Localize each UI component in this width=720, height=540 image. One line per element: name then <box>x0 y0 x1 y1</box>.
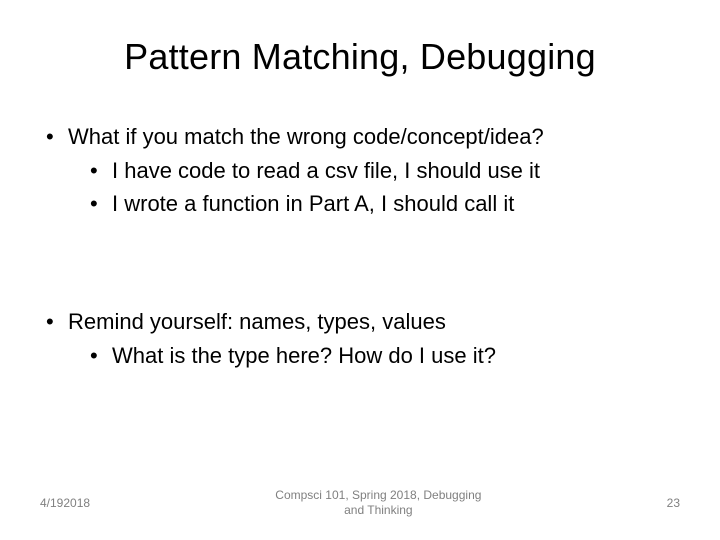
bullet-block-1: What if you match the wrong code/concept… <box>40 122 680 219</box>
sub-bullet-text: I have code to read a csv file, I should… <box>112 158 540 183</box>
sub-bullet-text: I wrote a function in Part A, I should c… <box>112 191 514 216</box>
bullet-block-2: Remind yourself: names, types, values Wh… <box>40 307 680 370</box>
footer-course-line1: Compsci 101, Spring 2018, Debugging <box>275 488 481 502</box>
footer-page-number: 23 <box>667 496 680 510</box>
bullet-text: Remind yourself: names, types, values <box>68 309 446 334</box>
sub-bullet-item: I have code to read a csv file, I should… <box>68 156 680 186</box>
sub-bullet-list: What is the type here? How do I use it? <box>68 341 680 371</box>
slide: Pattern Matching, Debugging What if you … <box>0 0 720 540</box>
sub-bullet-text: What is the type here? How do I use it? <box>112 343 496 368</box>
slide-content: What if you match the wrong code/concept… <box>40 122 680 370</box>
footer-course-line2: and Thinking <box>344 503 413 517</box>
slide-title: Pattern Matching, Debugging <box>40 36 680 78</box>
sub-bullet-item: I wrote a function in Part A, I should c… <box>68 189 680 219</box>
bullet-text: What if you match the wrong code/concept… <box>68 124 544 149</box>
slide-footer: 4/192018 Compsci 101, Spring 2018, Debug… <box>0 488 720 518</box>
footer-date: 4/192018 <box>40 496 90 510</box>
sub-bullet-list: I have code to read a csv file, I should… <box>68 156 680 219</box>
bullet-item: Remind yourself: names, types, values Wh… <box>40 307 680 370</box>
footer-course: Compsci 101, Spring 2018, Debugging and … <box>90 488 667 518</box>
sub-bullet-item: What is the type here? How do I use it? <box>68 341 680 371</box>
bullet-item: What if you match the wrong code/concept… <box>40 122 680 219</box>
